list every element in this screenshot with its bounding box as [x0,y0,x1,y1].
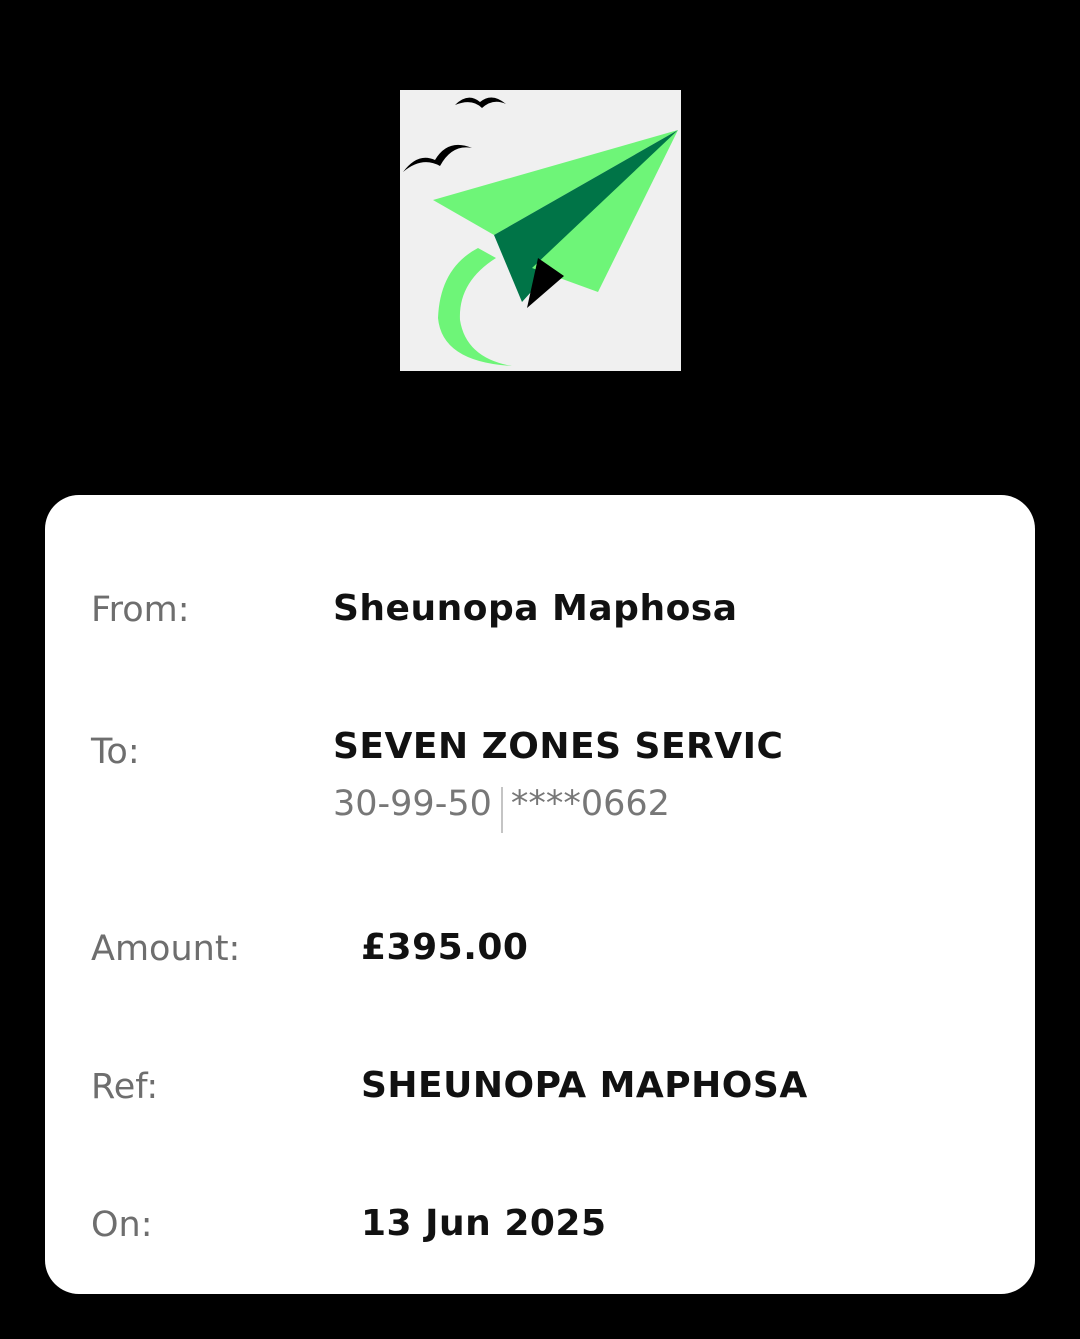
brand-logo [400,90,681,371]
transfer-details-card: From: Sheunopa Maphosa To: SEVEN ZONES S… [45,495,1035,1294]
on-label: On: [91,1205,153,1245]
ref-label: Ref: [91,1067,159,1107]
ref-value: SHEUNOPA MAPHOSA [361,1065,808,1106]
paper-plane-logo-icon [403,97,678,366]
from-value: Sheunopa Maphosa [333,588,738,629]
bird-icon [403,144,472,172]
to-label: To: [91,732,140,772]
from-label: From: [91,590,190,630]
divider [500,787,503,833]
trail-swoosh [438,248,512,366]
account-number: ****0662 [510,784,670,824]
account-details: 30-99-50 ****0662 [333,787,670,833]
sort-code: 30-99-50 [333,784,492,824]
to-value: SEVEN ZONES SERVIC [333,726,784,767]
bird-icon [455,97,506,108]
amount-value: £395.00 [361,927,529,968]
amount-label: Amount: [91,929,241,969]
on-value: 13 Jun 2025 [361,1203,607,1244]
